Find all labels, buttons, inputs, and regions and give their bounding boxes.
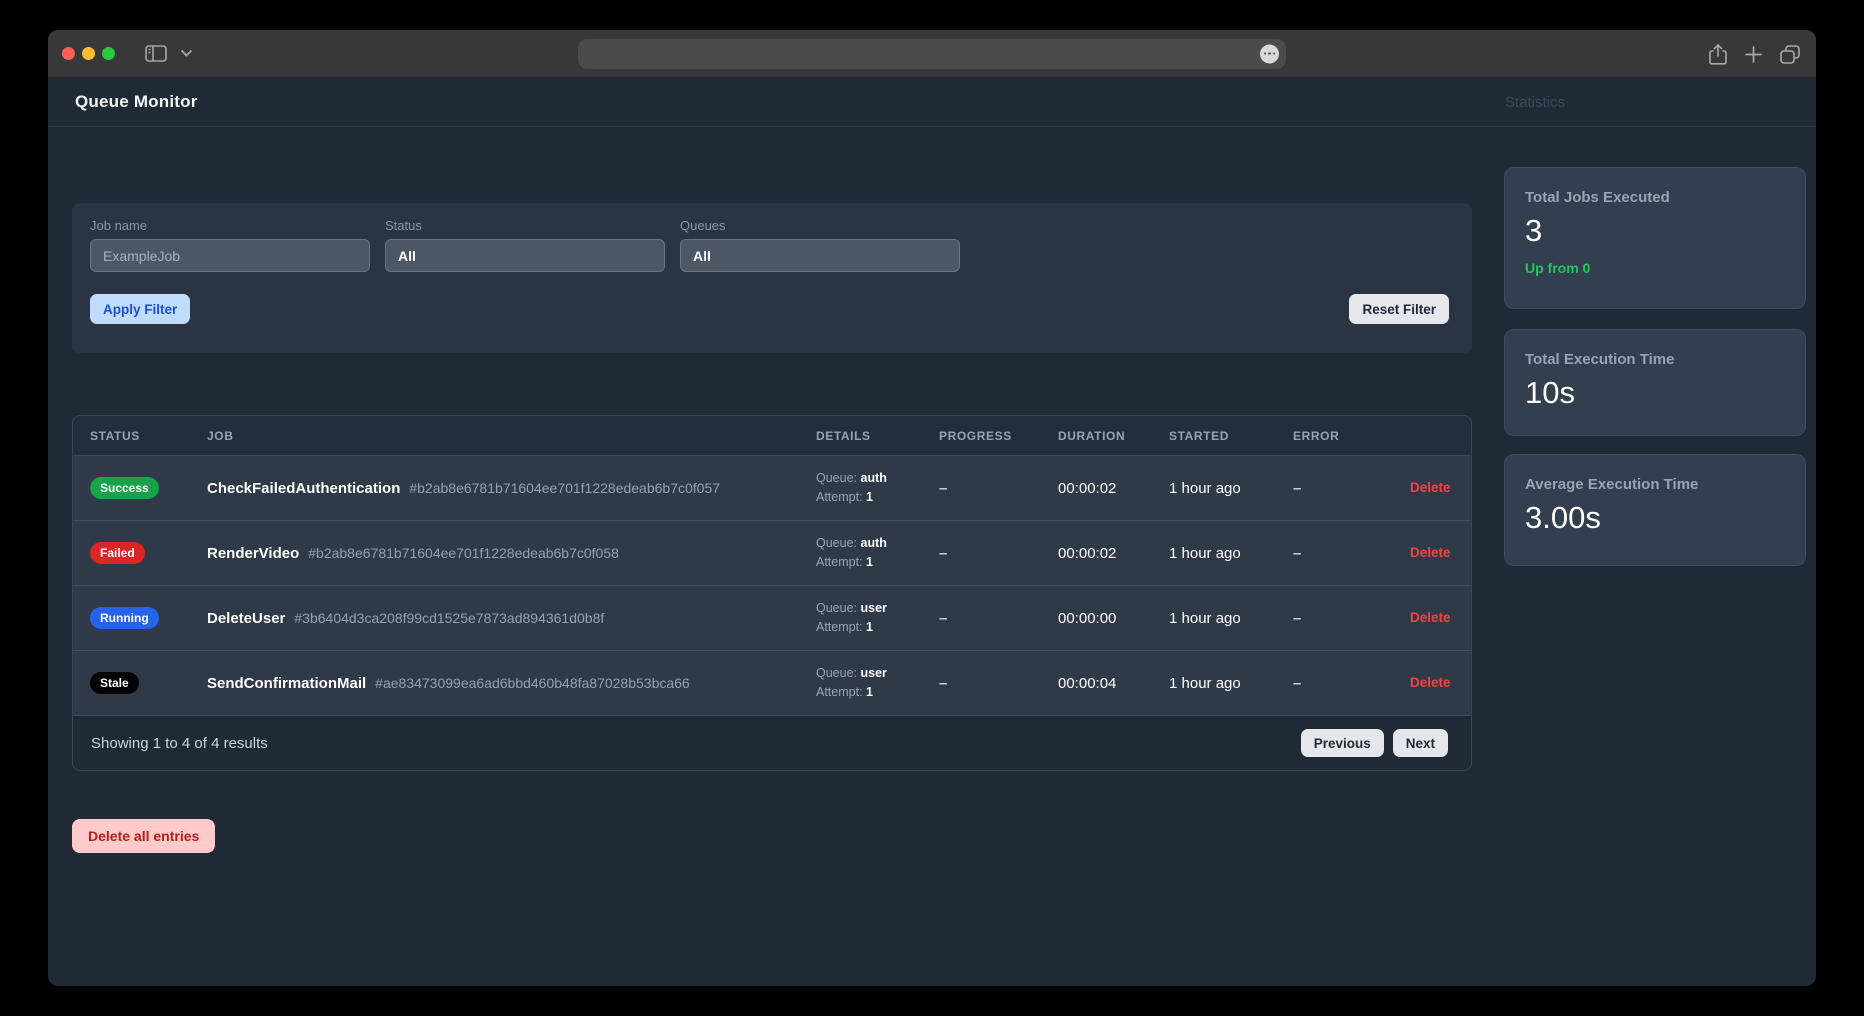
next-page-button[interactable]: Next [1392,729,1448,757]
job-details: Queue: auth Attempt: 1 [816,471,887,504]
job-started: 1 hour ago [1169,479,1241,497]
job-name-input[interactable] [90,239,370,272]
table-row: Stale SendConfirmationMail #ae83473099ea… [73,651,1471,716]
job-error: – [1293,674,1302,692]
job-started: 1 hour ago [1169,609,1241,627]
column-header-details: DETAILS [816,428,871,443]
status-badge: Stale [90,672,139,694]
new-tab-icon[interactable] [1745,45,1762,63]
filter-panel: Job name Status All Queues All Apply Fil… [72,203,1472,353]
job-hash: #b2ab8e6781b71604ee701f1228edeab6b7c0f05… [409,480,721,496]
job-name: CheckFailedAuthentication [207,479,401,497]
job-progress: – [939,674,948,692]
address-bar[interactable] [578,38,1286,69]
queues-label: Queues [680,218,726,233]
chevron-down-icon[interactable] [181,50,192,57]
stat-card-total-jobs: Total Jobs Executed 3 Up from 0 [1504,167,1806,309]
table-body: Success CheckFailedAuthentication #b2ab8… [73,456,1471,716]
statistics-heading: Statistics [1505,93,1566,111]
status-badge: Success [90,477,159,499]
job-hash: #b2ab8e6781b71604ee701f1228edeab6b7c0f05… [308,545,619,561]
job-hash: #3b6404d3ca208f99cd1525e7873ad894361d0b8… [294,610,605,626]
job-name-label: Job name [90,218,148,233]
jobs-table: STATUS JOB DETAILS PROGRESS DURATION STA… [72,415,1472,771]
table-header-row: STATUS JOB DETAILS PROGRESS DURATION STA… [73,416,1471,456]
column-header-started: STARTED [1169,428,1229,443]
job-hash: #ae83473099ea6ad6bbd460b48fa87028b53bca6… [375,675,690,691]
browser-toolbar [48,30,1816,78]
delete-row-button[interactable]: Delete [1410,480,1451,495]
column-header-job: JOB [207,428,234,443]
stat-label: Total Execution Time [1525,351,1675,368]
job-duration: 00:00:02 [1058,544,1117,562]
close-window-button[interactable] [62,47,75,60]
table-row: Failed RenderVideo #b2ab8e6781b71604ee70… [73,521,1471,586]
sidebar-toggle-icon[interactable] [145,45,167,62]
column-header-status: STATUS [90,428,140,443]
minimize-window-button[interactable] [82,47,95,60]
job-details: Queue: auth Attempt: 1 [816,536,887,569]
more-options-icon[interactable] [1260,44,1279,63]
app-header: Queue Monitor Statistics [48,78,1816,127]
job-name: RenderVideo [207,544,300,562]
job-progress: – [939,544,948,562]
job-started: 1 hour ago [1169,674,1241,692]
table-footer: Showing 1 to 4 of 4 results Previous Nex… [73,716,1471,770]
job-name: SendConfirmationMail [207,674,367,692]
table-row: Running DeleteUser #3b6404d3ca208f99cd15… [73,586,1471,651]
status-label: Status [385,218,422,233]
job-error: – [1293,479,1302,497]
stat-card-total-execution-time: Total Execution Time 10s [1504,329,1806,436]
stat-label: Average Execution Time [1525,476,1699,493]
delete-row-button[interactable]: Delete [1410,610,1451,625]
stat-trend: Up from 0 [1525,260,1591,276]
traffic-lights [62,47,115,60]
stat-value: 10s [1525,375,1575,410]
job-progress: – [939,609,948,627]
job-duration: 00:00:00 [1058,609,1117,627]
browser-window: Queue Monitor Statistics Job name Status… [48,30,1816,986]
delete-row-button[interactable]: Delete [1410,675,1451,690]
job-details: Queue: user Attempt: 1 [816,666,887,699]
job-details: Queue: user Attempt: 1 [816,601,887,634]
stat-card-average-execution-time: Average Execution Time 3.00s [1504,454,1806,566]
job-progress: – [939,479,948,497]
job-error: – [1293,544,1302,562]
page-title: Queue Monitor [75,92,198,111]
status-badge: Running [90,607,159,629]
status-select[interactable]: All [385,239,665,272]
job-duration: 00:00:02 [1058,479,1117,497]
queues-select[interactable]: All [680,239,960,272]
delete-all-entries-button[interactable]: Delete all entries [72,819,216,853]
statistics-sidebar: Total Jobs Executed 3 Up from 0 Total Ex… [1504,127,1806,566]
previous-page-button[interactable]: Previous [1300,729,1384,757]
status-badge: Failed [90,542,145,564]
column-header-error: ERROR [1293,428,1340,443]
job-duration: 00:00:04 [1058,674,1117,692]
column-header-duration: DURATION [1058,428,1126,443]
zoom-window-button[interactable] [102,47,115,60]
delete-row-button[interactable]: Delete [1410,545,1451,560]
job-error: – [1293,609,1302,627]
table-row: Success CheckFailedAuthentication #b2ab8… [73,456,1471,521]
stat-label: Total Jobs Executed [1525,189,1670,206]
stat-value: 3.00s [1525,500,1601,535]
apply-filter-button[interactable]: Apply Filter [90,294,191,324]
job-started: 1 hour ago [1169,544,1241,562]
column-header-progress: PROGRESS [939,428,1012,443]
reset-filter-button[interactable]: Reset Filter [1349,294,1449,324]
results-summary: Showing 1 to 4 of 4 results [91,734,268,752]
job-name: DeleteUser [207,609,286,627]
stat-value: 3 [1525,213,1543,248]
tab-overview-icon[interactable] [1780,44,1800,64]
share-icon[interactable] [1709,43,1727,65]
